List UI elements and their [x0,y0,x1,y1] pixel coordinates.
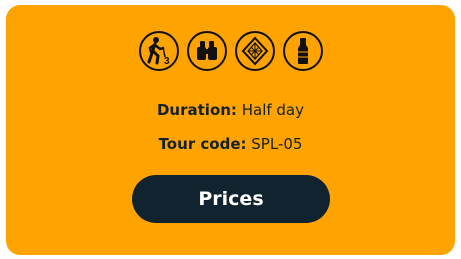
tour-code-value: SPL-05 [251,135,303,153]
duration-label: Duration: [156,101,237,119]
tour-info-card: 3 Duration: Half day Tour code: SPL-05 P… [6,5,455,255]
duration-value: Half day [241,101,304,119]
prices-button-label: Prices [198,188,264,210]
hiker-icon: 3 [138,31,179,71]
difficulty-number: 3 [164,56,170,67]
tour-code-label: Tour code: [158,135,247,153]
tour-code-line: Tour code: SPL-05 [6,135,455,153]
diamond-icon [234,31,275,71]
activity-icons-row: 3 [6,31,455,71]
water-bottle-icon [282,31,323,71]
prices-button[interactable]: Prices [132,175,330,223]
binoculars-icon [186,31,227,71]
duration-line: Duration: Half day [6,101,455,119]
